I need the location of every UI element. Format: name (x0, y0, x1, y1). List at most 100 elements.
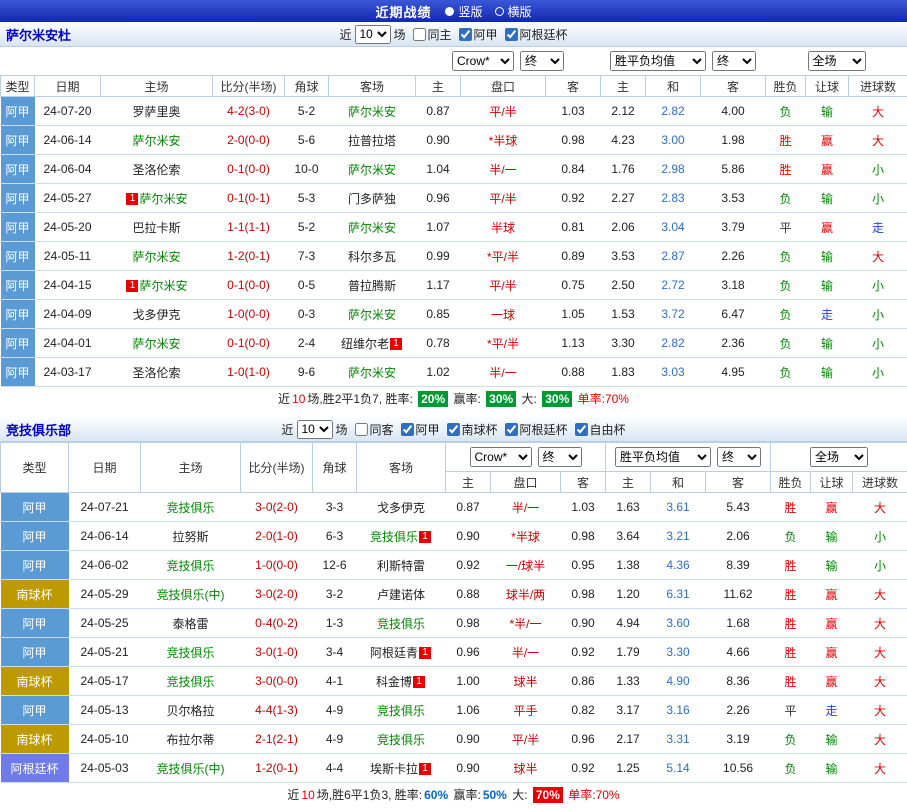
corner-score: 4-1 (313, 667, 357, 696)
match-row: 阿甲24-07-21竞技俱乐3-0(2-0)3-3戈多伊克0.87半/一1.03… (1, 493, 907, 522)
result-outcome: 负 (766, 242, 806, 271)
result-goals: 小 (849, 329, 907, 358)
filter-checkbox[interactable] (400, 423, 413, 436)
home-team: 拉努斯 (141, 522, 241, 551)
home-team-name: 罗萨里奥 (132, 105, 180, 119)
asia-away-odds: 0.95 (561, 551, 606, 580)
avg-time-select[interactable]: 终 (717, 447, 761, 467)
away-team-name: 纽维尔老 (341, 337, 389, 351)
match-score: 3-0(0-0) (241, 667, 313, 696)
avg-time-select[interactable]: 终 (712, 51, 756, 71)
home-team-name: 萨尔米安 (132, 250, 180, 264)
asia-home-odds: 1.06 (446, 696, 491, 725)
away-team-name: 竞技俱乐 (377, 704, 425, 718)
euro-away-odds: 4.66 (706, 638, 771, 667)
match-date: 24-05-20 (35, 213, 101, 242)
asia-away-odds: 0.88 (546, 358, 601, 387)
filter-option-阿甲[interactable]: 阿甲 (459, 26, 498, 43)
result-outcome: 胜 (771, 667, 811, 696)
match-score: 1-2(0-1) (241, 754, 313, 783)
filter-option-阿根廷杯[interactable]: 阿根廷杯 (505, 421, 568, 438)
filter-option-南球杯[interactable]: 南球杯 (447, 421, 498, 438)
asia-handicap: 球半/两 (491, 580, 561, 609)
average-select[interactable]: 胜平负均值 (615, 447, 711, 467)
result-outcome: 负 (771, 725, 811, 754)
filter-option-阿甲[interactable]: 阿甲 (400, 421, 439, 438)
recent-count-select[interactable]: 10 (296, 420, 332, 439)
summary-segment: 近 (278, 392, 290, 406)
result-goals: 大 (853, 725, 907, 754)
away-team: 萨尔米安 (329, 155, 416, 184)
corner-score: 5-2 (285, 213, 329, 242)
home-team: 萨尔米安 (101, 242, 213, 271)
filter-option-同主[interactable]: 同主 (412, 26, 451, 43)
scope-select[interactable]: 全场 (808, 51, 866, 71)
view-option-horizontal[interactable]: 横版 (495, 3, 532, 20)
away-team-name: 萨尔米安 (348, 163, 396, 177)
match-date: 24-05-03 (69, 754, 141, 783)
asia-away-odds: 1.03 (546, 97, 601, 126)
home-team-name: 竞技俱乐(中) (157, 762, 225, 776)
league-badge: 阿甲 (1, 638, 69, 667)
bookmaker-select[interactable]: Crow* (470, 447, 532, 467)
recent-count-select[interactable]: 10 (354, 25, 390, 44)
euro-draw-odds: 3.61 (651, 493, 706, 522)
euro-draw-odds: 3.31 (651, 725, 706, 754)
filter-checkbox[interactable] (354, 423, 367, 436)
match-score: 0-1(0-0) (213, 271, 285, 300)
column-header: 主场 (141, 443, 241, 493)
average-select[interactable]: 胜平负均值 (610, 51, 706, 71)
home-team-name: 竞技俱乐 (166, 646, 214, 660)
asia-home-odds: 0.88 (446, 580, 491, 609)
asia-handicap: 球半 (491, 754, 561, 783)
column-header: 客场 (329, 76, 416, 97)
match-date: 24-06-04 (35, 155, 101, 184)
filter-checkbox[interactable] (505, 28, 518, 41)
filter-option-自由杯[interactable]: 自由杯 (575, 421, 626, 438)
match-date: 24-06-14 (35, 126, 101, 155)
radio-selected-icon (445, 7, 454, 16)
result-goals: 小 (849, 155, 907, 184)
away-team: 竞技俱乐1 (357, 522, 446, 551)
home-team: 竞技俱乐(中) (141, 580, 241, 609)
bookmaker-select[interactable]: Crow* (452, 51, 514, 71)
asia-handicap: *半球 (461, 126, 546, 155)
column-header: 进球数 (849, 76, 907, 97)
away-team: 萨尔米安 (329, 358, 416, 387)
result-goals: 小 (849, 271, 907, 300)
asia-home-odds: 0.87 (446, 493, 491, 522)
euro-away-odds: 6.47 (701, 300, 766, 329)
league-badge: 阿甲 (1, 551, 69, 580)
filter-option-同客[interactable]: 同客 (354, 421, 393, 438)
summary-segment: 20% (418, 391, 448, 407)
match-row: 南球杯24-05-17竞技俱乐3-0(0-0)4-1科金博11.00球半0.86… (1, 667, 907, 696)
filter-checkbox[interactable] (459, 28, 472, 41)
euro-home-odds: 2.50 (601, 271, 646, 300)
filter-checkbox[interactable] (505, 423, 518, 436)
asia-handicap: 平/半 (491, 725, 561, 754)
result-goals: 小 (849, 184, 907, 213)
column-header: 客 (706, 472, 771, 493)
odds-time-select[interactable]: 终 (520, 51, 564, 71)
result-goals: 走 (849, 213, 907, 242)
filter-checkbox[interactable] (575, 423, 588, 436)
view-option-vertical[interactable]: 竖版 (445, 3, 482, 20)
league-badge: 阿甲 (1, 271, 35, 300)
summary-segment: 60% (424, 788, 448, 802)
result-outcome: 胜 (771, 493, 811, 522)
match-score: 2-0(0-0) (213, 126, 285, 155)
filter-option-阿根廷杯[interactable]: 阿根廷杯 (505, 26, 568, 43)
filter-checkbox[interactable] (412, 28, 425, 41)
away-team-name: 埃斯卡拉 (370, 762, 418, 776)
away-team-name: 拉普拉塔 (348, 134, 396, 148)
scope-select[interactable]: 全场 (810, 447, 868, 467)
filter-checkbox[interactable] (447, 423, 460, 436)
odds-time-select[interactable]: 终 (538, 447, 582, 467)
asia-away-odds: 1.03 (561, 493, 606, 522)
summary-line: 近10场,胜6平1负3, 胜率:60% 赢率:50% 大: 70% 单率:70% (0, 783, 907, 808)
asia-home-odds: 1.17 (416, 271, 461, 300)
corner-score: 12-6 (313, 551, 357, 580)
league-badge: 阿甲 (1, 522, 69, 551)
column-header: 胜负 (766, 76, 806, 97)
euro-away-odds: 3.18 (701, 271, 766, 300)
